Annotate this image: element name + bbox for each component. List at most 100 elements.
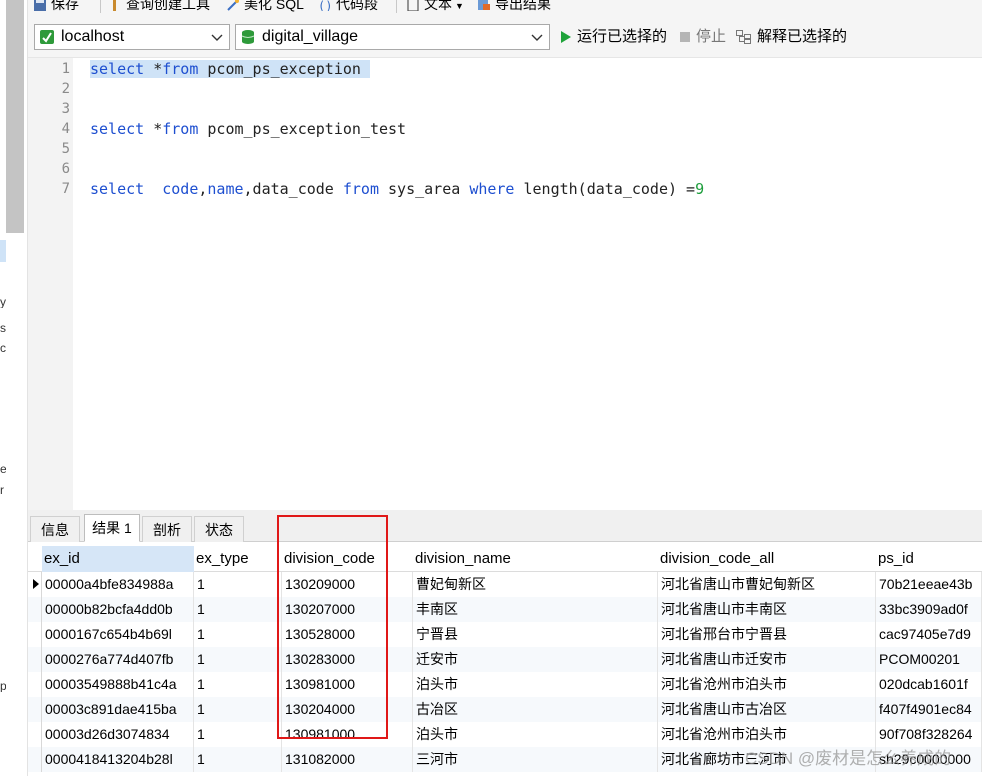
line-number: 3 [61, 101, 70, 117]
column-header-ex-type[interactable]: ex_type [194, 546, 280, 572]
sql-editor[interactable]: 1 2 3 4 5 6 7 select *from pcom_ps_excep… [28, 58, 982, 510]
row-selector[interactable] [28, 572, 42, 597]
play-icon [561, 31, 571, 44]
column-header-ps-id[interactable]: ps_id [876, 546, 982, 572]
cell-ex-type[interactable]: 1 [194, 672, 282, 697]
cell-division-name[interactable]: 宁晋县 [413, 622, 658, 647]
cell-division-name[interactable]: 泊头市 [413, 722, 658, 747]
cell-division-code-all[interactable]: 河北省唐山市丰南区 [658, 597, 876, 622]
column-header-ex-id[interactable]: ex_id [42, 546, 194, 572]
cell-ps-id[interactable]: 33bc3909ad0f [876, 597, 982, 622]
row-selector[interactable] [28, 622, 42, 647]
cell-division-code-all[interactable]: 河北省唐山市曹妃甸新区 [658, 572, 876, 597]
table-row[interactable]: 00000b82bcfa4dd0b 1 130207000 丰南区 河北省唐山市丰南区 3… [28, 597, 982, 622]
cell-ex-type[interactable]: 1 [194, 647, 282, 672]
line-number: 5 [61, 141, 70, 157]
toolbar-separator [100, 0, 101, 13]
cell-division-name[interactable]: 三河市 [413, 747, 658, 772]
magic-wand-icon [227, 0, 239, 12]
query-builder-button[interactable]: 查询创建工具 [108, 0, 210, 13]
cell-ex-type[interactable]: 1 [194, 722, 282, 747]
tab-profile[interactable]: 剖析 [142, 516, 192, 542]
cell-ex-id[interactable]: 0000276a774d407fb [42, 647, 194, 672]
cell-ex-id[interactable]: 00000a4bfe834988a [42, 572, 194, 597]
sidebar-scrollbar[interactable] [6, 0, 24, 233]
cell-ex-type[interactable]: 1 [194, 747, 282, 772]
cell-ex-type[interactable]: 1 [194, 597, 282, 622]
cell-ps-id[interactable]: 70b21eeae43b [876, 572, 982, 597]
sql-keyword: where [469, 180, 515, 198]
run-selected-button[interactable]: 运行已选择的 [560, 24, 667, 50]
cell-division-name[interactable]: 泊头市 [413, 672, 658, 697]
explain-selected-button[interactable]: 解释已选择的 [736, 24, 847, 50]
sql-keyword: select [90, 180, 145, 198]
text-mode-button[interactable]: 文本 ▼ [406, 0, 464, 13]
cell-division-name[interactable]: 迁安市 [413, 647, 658, 672]
cell-division-name[interactable]: 曹妃甸新区 [413, 572, 658, 597]
main-toolbar: 保存 查询创建工具 美化 SQL () 代码段 文本 ▼ 导出结果 [28, 0, 982, 13]
cell-ex-type[interactable]: 1 [194, 697, 282, 722]
cell-division-name[interactable]: 古冶区 [413, 697, 658, 722]
row-selector[interactable] [28, 697, 42, 722]
database-icon [241, 30, 255, 44]
row-selector[interactable] [28, 597, 42, 622]
query-builder-label: 查询创建工具 [126, 0, 210, 12]
database-value: digital_village [262, 28, 359, 45]
beautify-sql-button[interactable]: 美化 SQL [226, 0, 304, 13]
cell-ex-id[interactable]: 00000b82bcfa4dd0b [42, 597, 194, 622]
cell-ps-id[interactable]: f407f4901ec84 [876, 697, 982, 722]
sql-text: pcom_ps_exception_test [198, 120, 407, 138]
cell-ex-id[interactable]: 00003549888b41c4a [42, 672, 194, 697]
query-builder-icon [113, 0, 116, 12]
table-row[interactable]: 00003c891dae415ba 1 130204000 古冶区 河北省唐山市古冶区 f… [28, 697, 982, 722]
table-row[interactable]: 00003549888b41c4a 1 130981000 泊头市 河北省沧州市泊头市 0… [28, 672, 982, 697]
cell-ps-id[interactable]: cac97405e7d9 [876, 622, 982, 647]
sidebar-text-fragment: c [0, 342, 6, 354]
sidebar-text-fragment: e [0, 463, 6, 475]
cell-ps-id[interactable]: 020dcab1601f [876, 672, 982, 697]
table-row[interactable]: 0000276a774d407fb 1 130283000 迁安市 河北省唐山市迁安市 P… [28, 647, 982, 672]
export-results-button[interactable]: 导出结果 [477, 0, 551, 13]
column-header-division-code-all[interactable]: division_code_all [658, 546, 874, 572]
cell-division-code[interactable]: 131082000 [282, 747, 413, 772]
text-mode-label: 文本 [424, 0, 452, 12]
cell-ex-id[interactable]: 0000167c654b4b69l [42, 622, 194, 647]
code-snippet-button[interactable]: () 代码段 [318, 0, 378, 13]
connection-select[interactable]: localhost [34, 24, 230, 50]
cell-division-code-all[interactable]: 河北省唐山市迁安市 [658, 647, 876, 672]
save-button[interactable]: 保存 [33, 0, 79, 13]
stop-icon [680, 32, 690, 43]
row-selector[interactable] [28, 672, 42, 697]
result-tab-bar: 信息 结果 1 剖析 状态 [28, 510, 982, 542]
chevron-down-icon: ▼ [455, 1, 464, 11]
cell-ps-id[interactable]: PCOM00201 [876, 647, 982, 672]
cell-ex-type[interactable]: 1 [194, 622, 282, 647]
table-row[interactable]: 00000a4bfe834988a 1 130209000 曹妃甸新区 河北省唐山市曹妃… [28, 572, 982, 597]
code-line-4: select *from pcom_ps_exception_test [90, 119, 406, 139]
code-snippet-label: 代码段 [336, 0, 378, 12]
cell-division-code-all[interactable]: 河北省沧州市泊头市 [658, 672, 876, 697]
row-selector[interactable] [28, 747, 42, 772]
cell-ex-id[interactable]: 00003c891dae415ba [42, 697, 194, 722]
connection-icon [40, 30, 54, 44]
table-row[interactable]: 0000167c654b4b69l 1 130528000 宁晋县 河北省邢台市宁晋县 c… [28, 622, 982, 647]
tab-info[interactable]: 信息 [30, 516, 80, 542]
cell-ex-type[interactable]: 1 [194, 572, 282, 597]
row-selector[interactable] [28, 722, 42, 747]
column-header-division-name[interactable]: division_name [413, 546, 657, 572]
stop-button[interactable]: 停止 [679, 24, 726, 50]
tab-status[interactable]: 状态 [194, 516, 244, 542]
explain-selected-label: 解释已选择的 [757, 28, 848, 45]
database-select[interactable]: digital_village [235, 24, 550, 50]
cell-division-code-all[interactable]: 河北省唐山市古冶区 [658, 697, 876, 722]
tab-result-1[interactable]: 结果 1 [84, 514, 140, 542]
current-row-arrow-icon [33, 579, 39, 589]
cell-division-name[interactable]: 丰南区 [413, 597, 658, 622]
cell-division-code-all[interactable]: 河北省邢台市宁晋县 [658, 622, 876, 647]
toolbar-separator [396, 0, 397, 13]
row-selector[interactable] [28, 647, 42, 672]
result-grid[interactable]: ex_id ex_type division_code division_nam… [28, 543, 982, 776]
cell-ex-id[interactable]: 0000418413204b28l [42, 747, 194, 772]
sql-keyword: from [342, 180, 379, 198]
cell-ex-id[interactable]: 00003d26d3074834 [42, 722, 194, 747]
